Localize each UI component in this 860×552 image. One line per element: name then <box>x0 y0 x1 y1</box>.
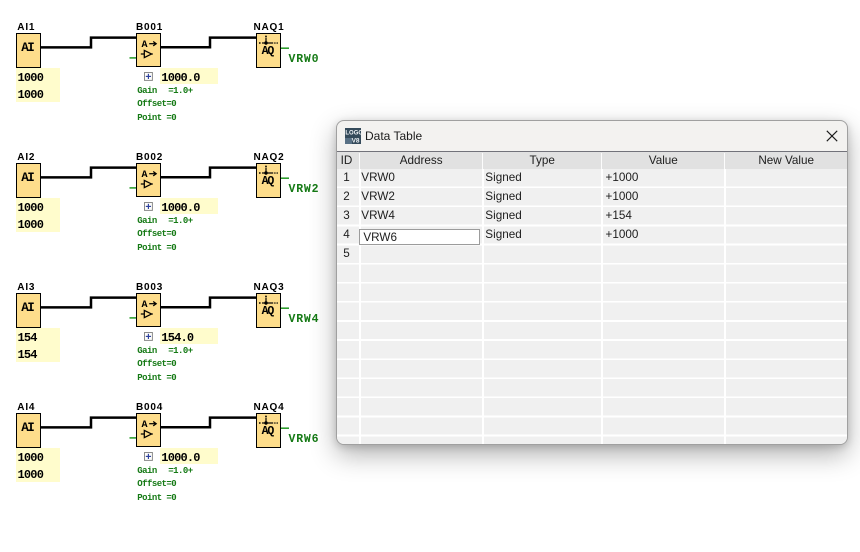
svg-text:V8: V8 <box>351 138 359 144</box>
svg-text:LOGO: LOGO <box>345 130 361 136</box>
